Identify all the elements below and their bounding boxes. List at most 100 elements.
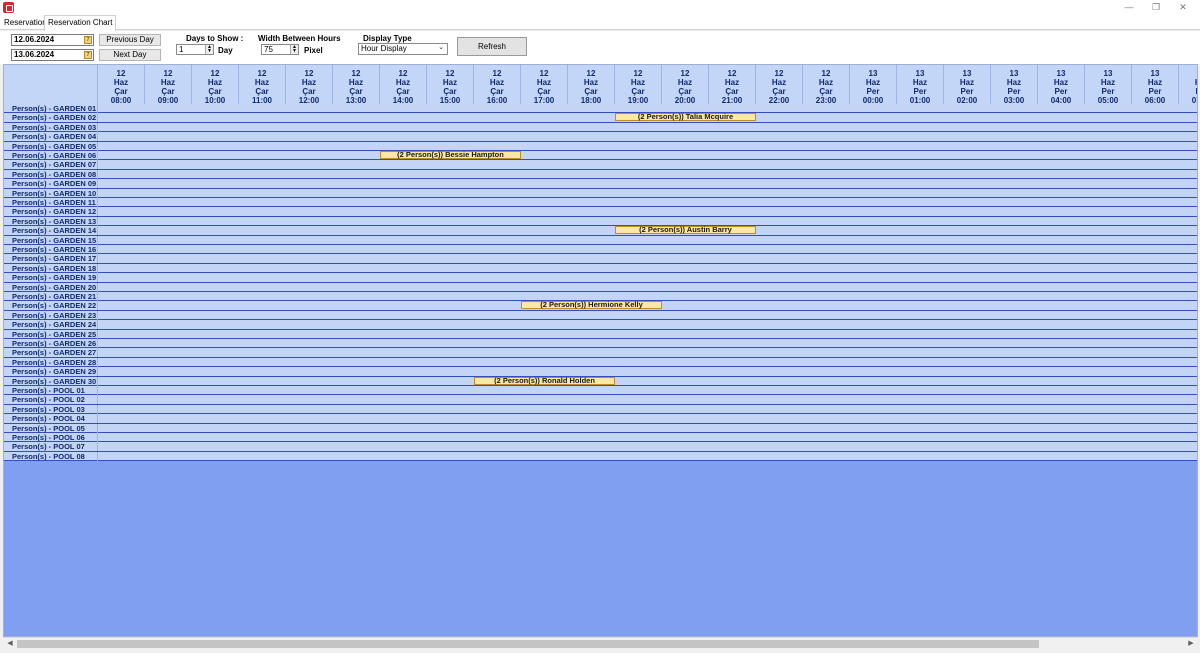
room-row[interactable]: Person(s) - GARDEN 20 bbox=[4, 282, 1197, 292]
header-month: Haz bbox=[1053, 78, 1069, 87]
header-month: Haz bbox=[1147, 78, 1163, 87]
room-row[interactable]: Person(s) - POOL 07 bbox=[4, 442, 1197, 452]
header-weekday: Per bbox=[1007, 87, 1021, 96]
header-day: 13 bbox=[1009, 69, 1019, 78]
room-row[interactable]: Person(s) - GARDEN 04 bbox=[4, 132, 1197, 142]
header-month: Haz bbox=[818, 78, 834, 87]
header-weekday: Çar bbox=[443, 87, 457, 96]
header-month: Haz bbox=[442, 78, 458, 87]
room-row[interactable]: Person(s) - POOL 01 bbox=[4, 386, 1197, 396]
header-day: 12 bbox=[304, 69, 314, 78]
room-row[interactable]: Person(s) - GARDEN 10 bbox=[4, 188, 1197, 198]
room-row[interactable]: Person(s) - GARDEN 23 bbox=[4, 310, 1197, 321]
room-label: Person(s) - GARDEN 29 bbox=[4, 367, 98, 377]
days-to-show-spinner[interactable]: 1 ▲ ▼ bbox=[176, 44, 214, 55]
header-day: 12 bbox=[774, 69, 784, 78]
hour-column-header: 12 Haz Çar 20:00 bbox=[662, 65, 709, 105]
reservation-block[interactable]: (2 Person(s)) Bessie Hampton bbox=[380, 151, 521, 159]
start-date-field[interactable]: 12.06.2024 7 bbox=[11, 34, 94, 46]
room-label: Person(s) - GARDEN 08 bbox=[4, 169, 98, 179]
room-row[interactable]: Person(s) - GARDEN 11 bbox=[4, 198, 1197, 208]
tab-reservation-chart[interactable]: Reservation Chart bbox=[44, 15, 117, 31]
previous-day-button[interactable]: Previous Day bbox=[99, 34, 161, 46]
end-date-value: 13.06.2024 bbox=[14, 50, 55, 59]
room-row[interactable]: Person(s) - GARDEN 07 bbox=[4, 160, 1197, 170]
room-label: Person(s) - GARDEN 26 bbox=[4, 339, 98, 348]
room-row[interactable]: Person(s) - GARDEN 26 bbox=[4, 339, 1197, 349]
room-row[interactable]: Person(s) - POOL 08 bbox=[4, 451, 1197, 462]
room-row[interactable]: Person(s) - GARDEN 05 bbox=[4, 141, 1197, 151]
header-month: Haz bbox=[583, 78, 599, 87]
scroll-right-icon[interactable]: ▶ bbox=[1185, 639, 1197, 649]
room-row[interactable]: Person(s) - GARDEN 08 bbox=[4, 169, 1197, 180]
reservation-block[interactable]: (2 Person(s)) Hermione Kelly bbox=[521, 301, 662, 310]
room-row[interactable]: Person(s) - GARDEN 28 bbox=[4, 357, 1197, 368]
header-month: Haz bbox=[677, 78, 693, 87]
display-type-select[interactable]: Hour Display ⌄ bbox=[358, 43, 448, 55]
room-row[interactable]: Person(s) - GARDEN 09 bbox=[4, 179, 1197, 189]
room-label: Person(s) - GARDEN 20 bbox=[4, 282, 98, 292]
hour-column-header: 13HazPer07:00 bbox=[1179, 65, 1197, 105]
room-row[interactable]: Person(s) - GARDEN 14 bbox=[4, 226, 1197, 236]
reservation-block[interactable]: (2 Person(s)) Austin Barry bbox=[615, 226, 756, 235]
close-button[interactable]: ✕ bbox=[1170, 1, 1196, 14]
header-day: 12 bbox=[210, 69, 220, 78]
room-label: Person(s) - GARDEN 02 bbox=[4, 113, 98, 123]
room-label: Person(s) - POOL 03 bbox=[4, 404, 98, 414]
reservation-block[interactable]: (2 Person(s)) Talia Mcquire bbox=[615, 113, 756, 122]
hour-column-header: 13 Haz Per 00:00 bbox=[850, 65, 897, 105]
room-row[interactable]: Person(s) - GARDEN 17 bbox=[4, 254, 1197, 264]
room-row[interactable]: Person(s) - GARDEN 03 bbox=[4, 122, 1197, 133]
header-day: 12 bbox=[821, 69, 831, 78]
room-row[interactable]: Person(s) - POOL 05 bbox=[4, 423, 1197, 433]
tab-bar: Reservations Reservation Chart bbox=[0, 15, 1200, 31]
header-month: Haz bbox=[254, 78, 270, 87]
header-weekday: Per bbox=[913, 87, 927, 96]
room-row[interactable]: Person(s) - GARDEN 18 bbox=[4, 263, 1197, 274]
room-row[interactable]: Person(s) - POOL 04 bbox=[4, 414, 1197, 424]
reservation-block[interactable]: (2 Person(s)) Ronald Holden bbox=[474, 376, 615, 385]
room-row[interactable]: Person(s) - GARDEN 16 bbox=[4, 245, 1197, 255]
room-label: Person(s) - POOL 01 bbox=[4, 386, 98, 395]
room-row[interactable]: Person(s) - POOL 03 bbox=[4, 404, 1197, 415]
header-weekday: Çar bbox=[161, 87, 175, 96]
room-row[interactable]: Person(s) - GARDEN 24 bbox=[4, 320, 1197, 330]
scrollbar-thumb[interactable] bbox=[17, 640, 1039, 648]
header-month: Haz bbox=[724, 78, 740, 87]
room-row[interactable]: Person(s) - GARDEN 25 bbox=[4, 329, 1197, 339]
end-date-field[interactable]: 13.06.2024 7 bbox=[11, 49, 94, 61]
width-between-hours-spinner[interactable]: 75 ▲ ▼ bbox=[261, 44, 299, 55]
hour-column-header: 12 Haz Çar 18:00 bbox=[568, 65, 615, 105]
hour-column-header: 12 Haz Çar 15:00 bbox=[427, 65, 474, 105]
header-day: 13 bbox=[1103, 69, 1113, 78]
room-row[interactable]: Person(s) - GARDEN 27 bbox=[4, 348, 1197, 358]
header-day: 12 bbox=[586, 69, 596, 78]
restore-button[interactable]: ❐ bbox=[1143, 1, 1169, 14]
next-day-button[interactable]: Next Day bbox=[99, 49, 161, 61]
room-row[interactable]: Person(s) - GARDEN 29 bbox=[4, 367, 1197, 377]
calendar-icon[interactable]: 7 bbox=[84, 51, 92, 59]
days-to-show-value: 1 bbox=[179, 45, 184, 54]
minimize-button[interactable]: — bbox=[1116, 1, 1142, 14]
header-weekday: Çar bbox=[396, 87, 410, 96]
room-label: Person(s) - POOL 06 bbox=[4, 433, 98, 442]
horizontal-scrollbar[interactable]: ◀ ▶ bbox=[3, 637, 1198, 649]
room-row[interactable]: Person(s) - GARDEN 19 bbox=[4, 273, 1197, 283]
room-row[interactable]: Person(s) - GARDEN 01 bbox=[4, 104, 1197, 114]
spinner-arrows-icon[interactable]: ▲ ▼ bbox=[205, 45, 213, 54]
room-row[interactable]: Person(s) - POOL 02 bbox=[4, 395, 1197, 405]
room-row[interactable]: Person(s) - POOL 06 bbox=[4, 433, 1197, 443]
room-row[interactable]: Person(s) - GARDEN 02 bbox=[4, 113, 1197, 123]
header-weekday: Çar bbox=[631, 87, 645, 96]
room-row[interactable]: Person(s) - GARDEN 06 bbox=[4, 151, 1197, 161]
room-label: Person(s) - GARDEN 27 bbox=[4, 348, 98, 358]
spinner-arrows-icon[interactable]: ▲ ▼ bbox=[290, 45, 298, 54]
room-row[interactable]: Person(s) - GARDEN 13 bbox=[4, 216, 1197, 227]
header-day: 13 bbox=[962, 69, 972, 78]
calendar-icon[interactable]: 7 bbox=[84, 36, 92, 44]
refresh-button[interactable]: Refresh bbox=[457, 37, 527, 56]
room-label: Person(s) - GARDEN 30 bbox=[4, 376, 98, 386]
room-row[interactable]: Person(s) - GARDEN 12 bbox=[4, 207, 1197, 217]
room-row[interactable]: Person(s) - GARDEN 15 bbox=[4, 235, 1197, 245]
scroll-left-icon[interactable]: ◀ bbox=[4, 639, 16, 649]
